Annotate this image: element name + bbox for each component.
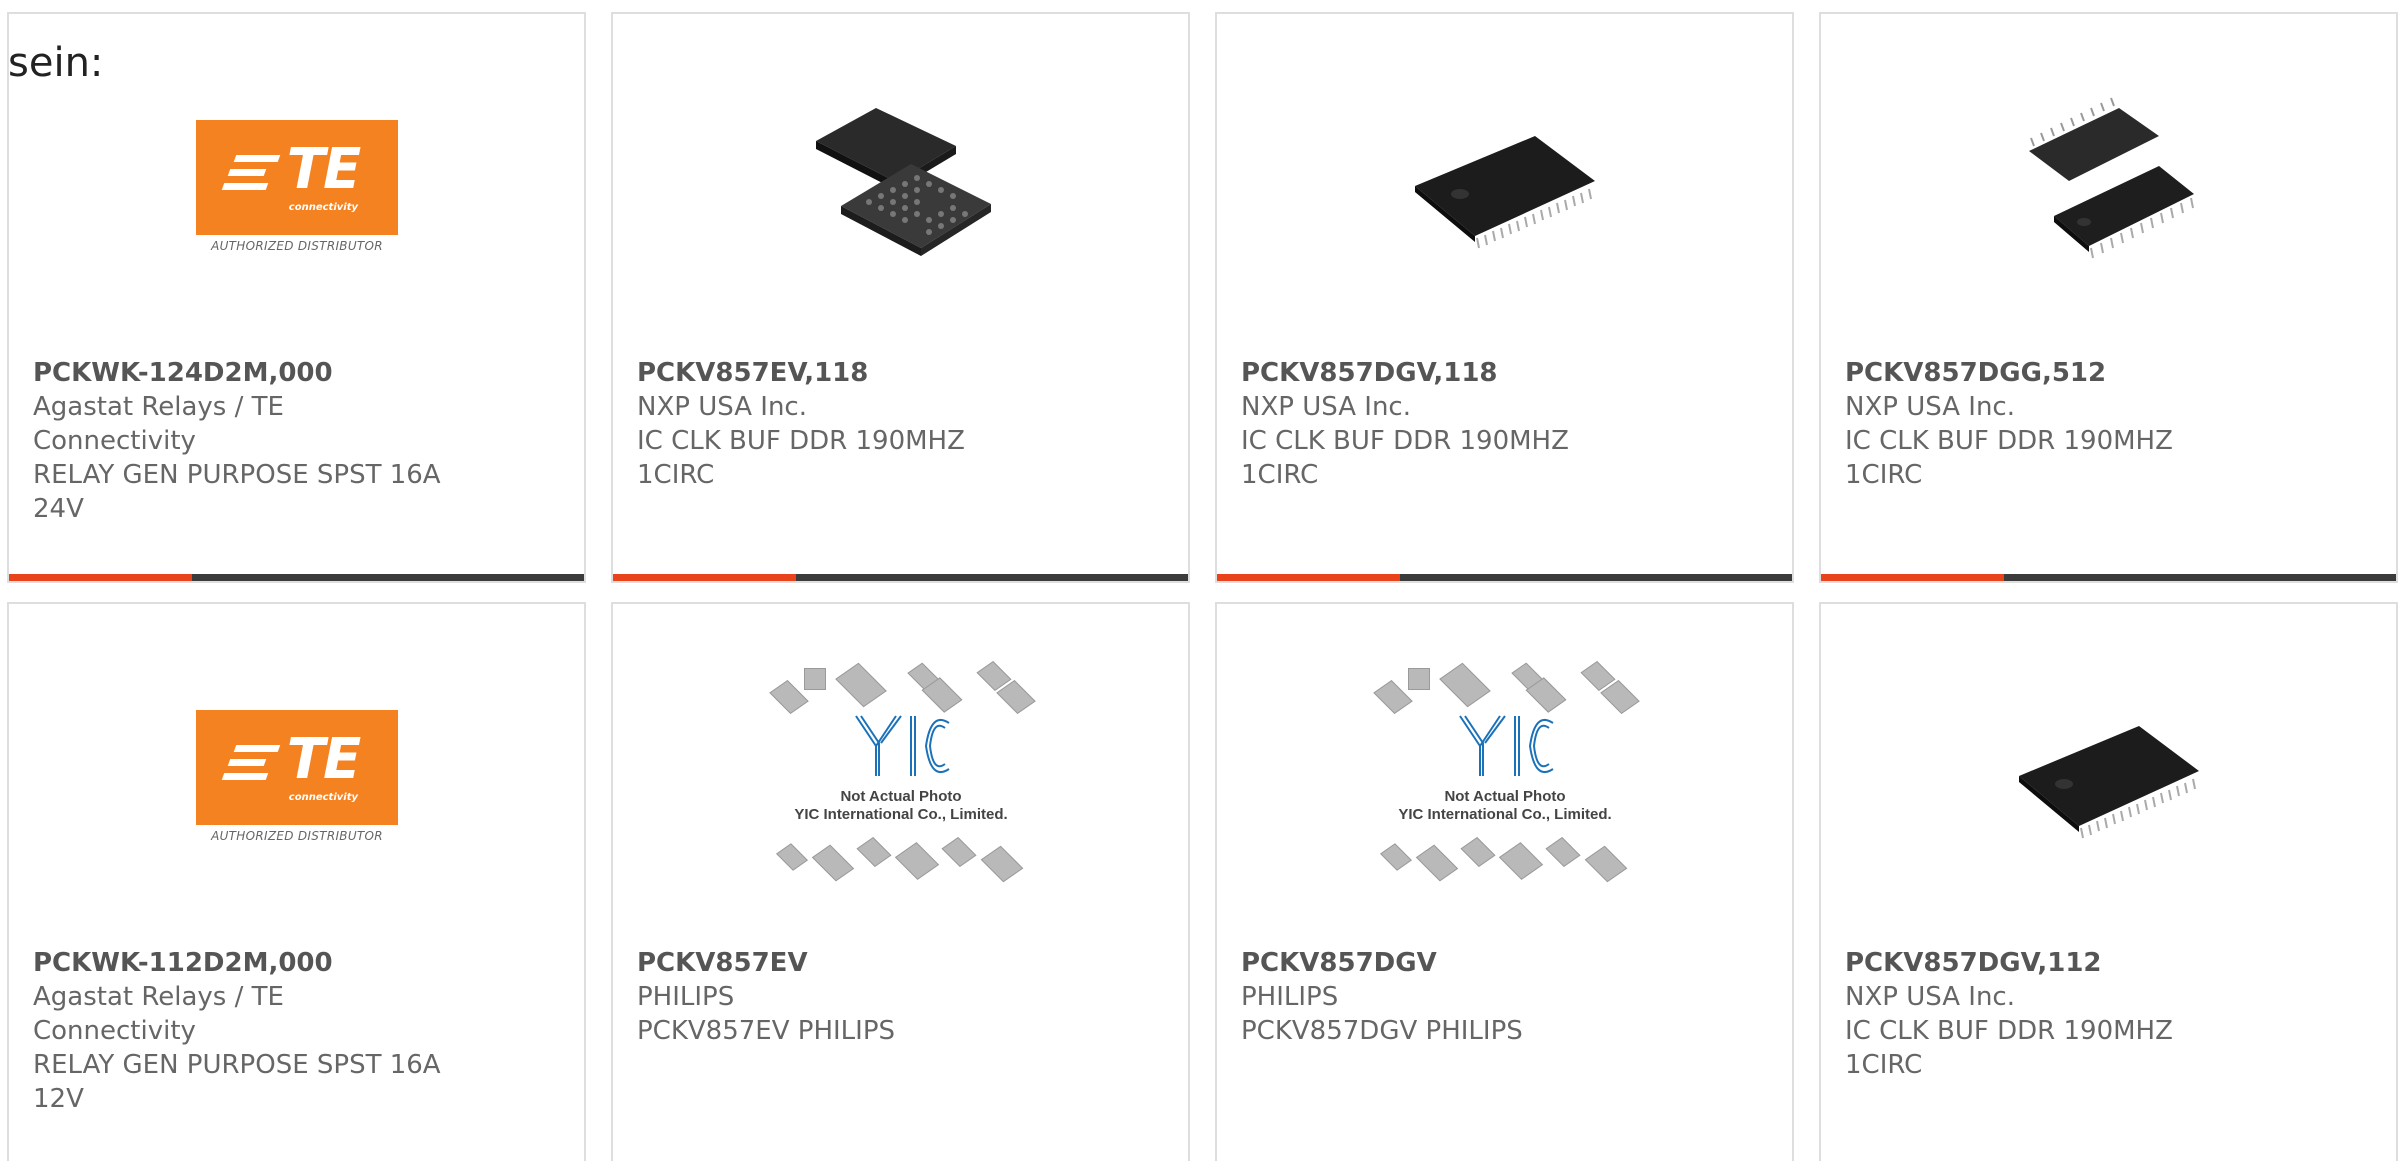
product-image[interactable] xyxy=(2009,676,2209,876)
part-number-link[interactable]: PCKV857EV xyxy=(637,946,1048,980)
product-description: PCKV857DGV PHILIPS xyxy=(1241,1016,1523,1046)
manufacturer-name: NXP USA Inc. xyxy=(1845,982,2015,1012)
tssop-pair-chip-image xyxy=(2029,97,2194,259)
product-image[interactable]: TE connectivity AUTHORIZED DISTRIBUTOR xyxy=(196,86,398,286)
manufacturer-name: Agastat Relays / TE Connectivity xyxy=(33,392,284,456)
product-image[interactable]: Not Actual Photo YIC International Co., … xyxy=(766,656,1036,896)
product-image[interactable] xyxy=(801,86,1001,286)
product-card[interactable]: TE connectivity AUTHORIZED DISTRIBUTOR P… xyxy=(7,602,586,1161)
product-image[interactable] xyxy=(1405,86,1605,286)
part-number-link[interactable]: PCKWK-112D2M,000 xyxy=(33,946,444,980)
product-card[interactable]: PCKV857DGV,112 NXP USA Inc. IC CLK BUF D… xyxy=(1819,602,2398,1161)
card-footer-bar xyxy=(9,574,584,581)
product-image[interactable]: Not Actual Photo YIC International Co., … xyxy=(1370,656,1640,896)
product-description: IC CLK BUF DDR 190MHZ 1CIRC xyxy=(1845,1016,2173,1080)
part-number-link[interactable]: PCKWK-124D2M,000 xyxy=(33,356,444,390)
yic-placeholder-image: Not Actual Photo YIC International Co., … xyxy=(1370,656,1640,896)
product-description: IC CLK BUF DDR 190MHZ 1CIRC xyxy=(637,426,965,490)
product-card[interactable]: Not Actual Photo YIC International Co., … xyxy=(611,602,1190,1161)
card-footer-bar xyxy=(1821,574,2396,581)
product-card[interactable]: TE connectivity AUTHORIZED DISTRIBUTOR P… xyxy=(7,12,586,583)
manufacturer-name: NXP USA Inc. xyxy=(637,392,807,422)
product-card[interactable]: PCKV857DGV,118 NXP USA Inc. IC CLK BUF D… xyxy=(1215,12,1794,583)
manufacturer-name: Agastat Relays / TE Connectivity xyxy=(33,982,284,1046)
part-number-link[interactable]: PCKV857DGV,118 xyxy=(1241,356,1652,390)
part-number-link[interactable]: PCKV857DGV,112 xyxy=(1845,946,2256,980)
product-description: RELAY GEN PURPOSE SPST 16A 24V xyxy=(33,460,441,524)
manufacturer-name: NXP USA Inc. xyxy=(1845,392,2015,422)
card-footer-bar xyxy=(613,574,1188,581)
intro-text: sein: xyxy=(8,40,104,86)
product-description: PCKV857EV PHILIPS xyxy=(637,1016,896,1046)
part-number-link[interactable]: PCKV857DGG,512 xyxy=(1845,356,2256,390)
manufacturer-name: PHILIPS xyxy=(1241,982,1339,1012)
part-number-link[interactable]: PCKV857EV,118 xyxy=(637,356,1048,390)
product-description: IC CLK BUF DDR 190MHZ 1CIRC xyxy=(1845,426,2173,490)
card-footer-bar xyxy=(1217,574,1792,581)
tssop-chip-image xyxy=(2019,726,2199,839)
te-connectivity-logo: TE connectivity AUTHORIZED DISTRIBUTOR xyxy=(196,709,398,843)
product-grid-page: sein: TE connectivity AUTHORIZED DISTRIB… xyxy=(0,0,2400,1161)
manufacturer-name: NXP USA Inc. xyxy=(1241,392,1411,422)
product-card[interactable]: PCKV857EV,118 NXP USA Inc. IC CLK BUF DD… xyxy=(611,12,1190,583)
product-image[interactable]: TE connectivity AUTHORIZED DISTRIBUTOR xyxy=(196,676,398,876)
product-image[interactable] xyxy=(2009,86,2209,286)
manufacturer-name: PHILIPS xyxy=(637,982,735,1012)
bga-chip-image xyxy=(816,108,991,256)
product-description: IC CLK BUF DDR 190MHZ 1CIRC xyxy=(1241,426,1569,490)
tssop-chip-image xyxy=(1415,136,1595,249)
yic-placeholder-image: Not Actual Photo YIC International Co., … xyxy=(766,656,1036,896)
product-description: RELAY GEN PURPOSE SPST 16A 12V xyxy=(33,1050,441,1114)
product-card[interactable]: Not Actual Photo YIC International Co., … xyxy=(1215,602,1794,1161)
te-connectivity-logo: TE connectivity AUTHORIZED DISTRIBUTOR xyxy=(196,119,398,253)
part-number-link[interactable]: PCKV857DGV xyxy=(1241,946,1652,980)
product-card[interactable]: PCKV857DGG,512 NXP USA Inc. IC CLK BUF D… xyxy=(1819,12,2398,583)
